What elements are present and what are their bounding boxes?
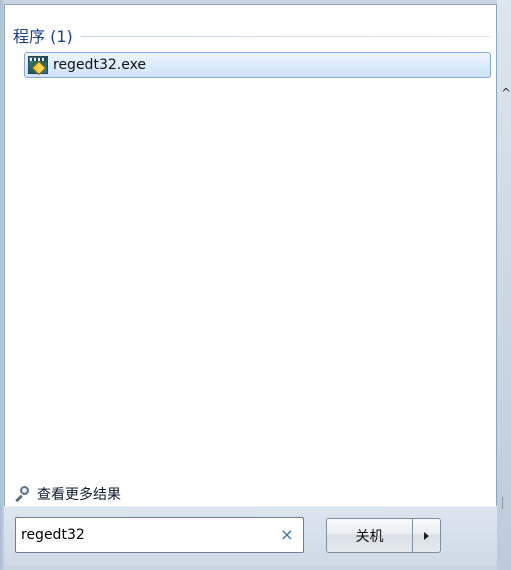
background-edge: ^ [497, 0, 511, 570]
clear-search-button[interactable]: × [279, 526, 295, 544]
search-box[interactable]: × [15, 517, 304, 553]
shutdown-button[interactable]: 关机 [326, 518, 412, 553]
power-controls: 关机 [326, 518, 441, 553]
bottom-bar: × 关机 [4, 506, 497, 566]
results-group-header: 程序 (1) [13, 23, 491, 47]
group-divider [80, 35, 491, 37]
chevron-right-icon [424, 531, 429, 540]
see-more-results-label: 查看更多结果 [37, 487, 121, 503]
search-results-panel: 程序 (1) regedt32.exe 查看更多结果 [4, 4, 497, 506]
registry-editor-icon [28, 56, 48, 76]
background-edge-glyph: ^ [501, 86, 511, 100]
shutdown-options-button[interactable] [412, 518, 441, 553]
results-group-title[interactable]: 程序 (1) [13, 23, 73, 47]
background-edge-mark [502, 497, 508, 509]
result-item-label: regedt32.exe [53, 57, 147, 73]
result-item-regedt32[interactable]: regedt32.exe [24, 52, 491, 78]
see-more-results-link[interactable]: 查看更多结果 [14, 484, 121, 504]
search-input[interactable] [21, 527, 261, 543]
search-icon [14, 485, 32, 503]
